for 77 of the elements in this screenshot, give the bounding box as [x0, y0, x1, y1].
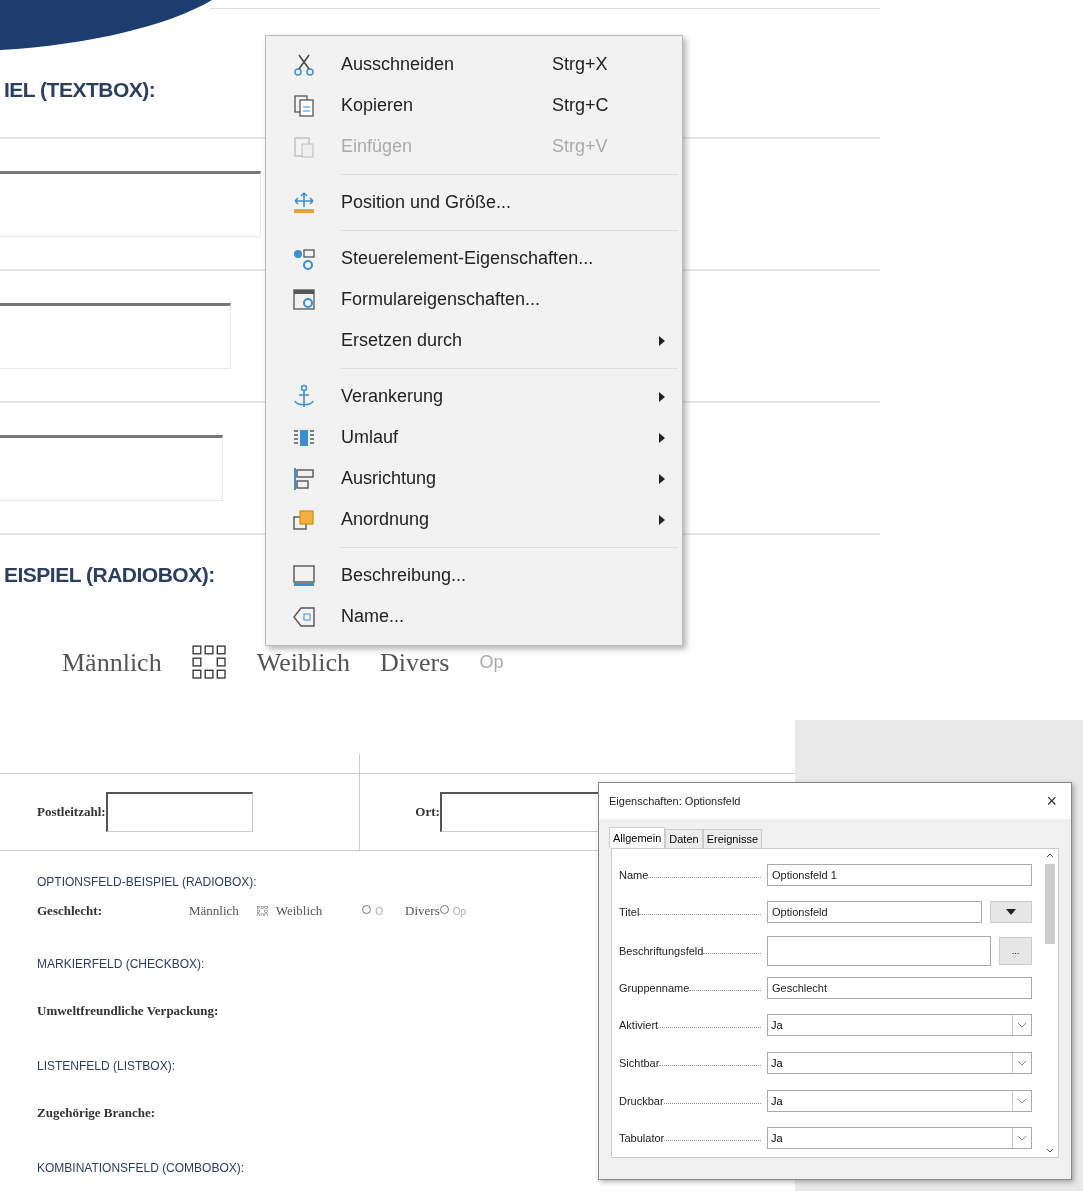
menu-item[interactable]: Ersetzen durch — [266, 320, 682, 361]
section-heading: EISPIEL (RADIOBOX): — [3, 563, 215, 587]
option-label: Divers — [380, 647, 450, 678]
property-label: Titel — [619, 906, 767, 919]
section-heading: IEL (TEXTBOX): — [3, 78, 156, 102]
submenu-arrow-icon — [659, 514, 665, 525]
text-field[interactable] — [0, 303, 231, 369]
dropdown[interactable]: Ja — [767, 1127, 1032, 1150]
dropdown[interactable]: Ja — [767, 1014, 1032, 1037]
dropdown[interactable]: Ja — [767, 1089, 1032, 1112]
property-label: Gruppenname — [619, 982, 767, 995]
section-heading: MARKIERFELD (CHECKBOX): — [37, 957, 205, 971]
menu-item[interactable]: Name... — [266, 596, 682, 637]
input-field[interactable] — [767, 935, 991, 966]
field-label: Postleitzahl: — [37, 804, 106, 820]
input-field[interactable]: Optionsfeld — [767, 901, 982, 924]
monitor-icon — [290, 562, 317, 589]
text-field[interactable] — [0, 435, 223, 501]
option-label: Weiblich — [256, 647, 351, 678]
submenu-arrow-icon — [659, 432, 665, 443]
scroll-up-icon[interactable] — [1046, 853, 1054, 858]
text-field[interactable] — [0, 171, 261, 237]
input-field[interactable]: Geschlecht — [767, 977, 1032, 1000]
option-label: O — [375, 905, 384, 917]
menu-item[interactable]: Ausrichtung — [266, 458, 682, 499]
tab[interactable]: Ereignisse — [702, 829, 763, 848]
menu-item[interactable]: Steuerelement-Eigenschaften... — [266, 238, 682, 279]
property-label: Sichtbar — [619, 1056, 767, 1069]
dropdown-button[interactable] — [990, 901, 1032, 924]
scrollbar-thumb[interactable] — [1045, 864, 1055, 944]
field-label: Umweltfreundliche Verpackung: — [37, 1003, 220, 1019]
chevron-down-icon — [1017, 1022, 1027, 1029]
section-heading: KOMBINATIONSFELD (COMBOBOX): — [37, 1161, 245, 1175]
close-button[interactable]: × — [1042, 790, 1061, 812]
field-label: Ort: — [415, 804, 440, 820]
scroll-down-icon[interactable] — [1046, 1148, 1054, 1153]
radio-button[interactable] — [439, 905, 449, 914]
section-heading: LISTENFELD (LISTBOX): — [37, 1059, 176, 1073]
option-label: Op — [479, 652, 504, 674]
browse-button[interactable]: ... — [999, 936, 1032, 965]
submenu-arrow-icon — [659, 391, 665, 402]
property-label: Beschriftungsfeld — [619, 944, 767, 957]
field-label: Geschlecht: — [37, 903, 103, 919]
text-field[interactable] — [105, 792, 253, 832]
input-field[interactable]: Optionsfeld 1 — [767, 864, 1032, 887]
menu-item[interactable]: Formulareigenschaften... — [266, 279, 682, 320]
chevron-down-icon — [1017, 1059, 1027, 1066]
property-label: Name — [619, 869, 767, 882]
menu-item[interactable]: Kopieren Strg+C — [266, 85, 682, 126]
tab[interactable]: Daten — [665, 829, 703, 848]
menu-item[interactable]: Anordnung — [266, 499, 682, 540]
section-heading: OPTIONSFELD-BEISPIEL (RADIOBOX): — [37, 875, 257, 889]
submenu-arrow-icon — [659, 335, 665, 346]
menu-item[interactable]: Verankerung — [266, 376, 682, 417]
property-label: Tabulator — [619, 1132, 767, 1145]
tab[interactable]: Allgemein — [609, 827, 666, 848]
menu-item[interactable]: Position und Größe... — [266, 182, 682, 223]
triangle-down-icon — [1006, 909, 1016, 916]
radio-button[interactable] — [362, 905, 372, 914]
field-label: Zugehörige Branche: — [37, 1105, 157, 1121]
submenu-arrow-icon — [659, 473, 665, 484]
option-label: Männlich — [62, 647, 162, 678]
option-label: Divers — [405, 903, 440, 919]
dialog-title: Eigenschaften: Optionsfeld — [609, 795, 741, 807]
selection-handles-drawing — [256, 905, 268, 917]
menu-item[interactable]: Umlauf — [266, 417, 682, 458]
menu-item[interactable]: Beschreibung... — [266, 555, 682, 596]
property-label: Druckbar — [619, 1094, 767, 1107]
chevron-down-icon — [1017, 1097, 1027, 1104]
dropdown[interactable]: Ja — [767, 1051, 1032, 1074]
chevron-down-icon — [1017, 1135, 1027, 1142]
selection-handles-drawing — [191, 645, 227, 681]
option-label: Weiblich — [275, 903, 323, 919]
property-label: Aktiviert — [619, 1019, 767, 1032]
option-label: Op — [452, 905, 467, 917]
option-label: Männlich — [189, 903, 239, 919]
menu-item[interactable]: Ausschneiden Strg+X — [266, 44, 682, 85]
